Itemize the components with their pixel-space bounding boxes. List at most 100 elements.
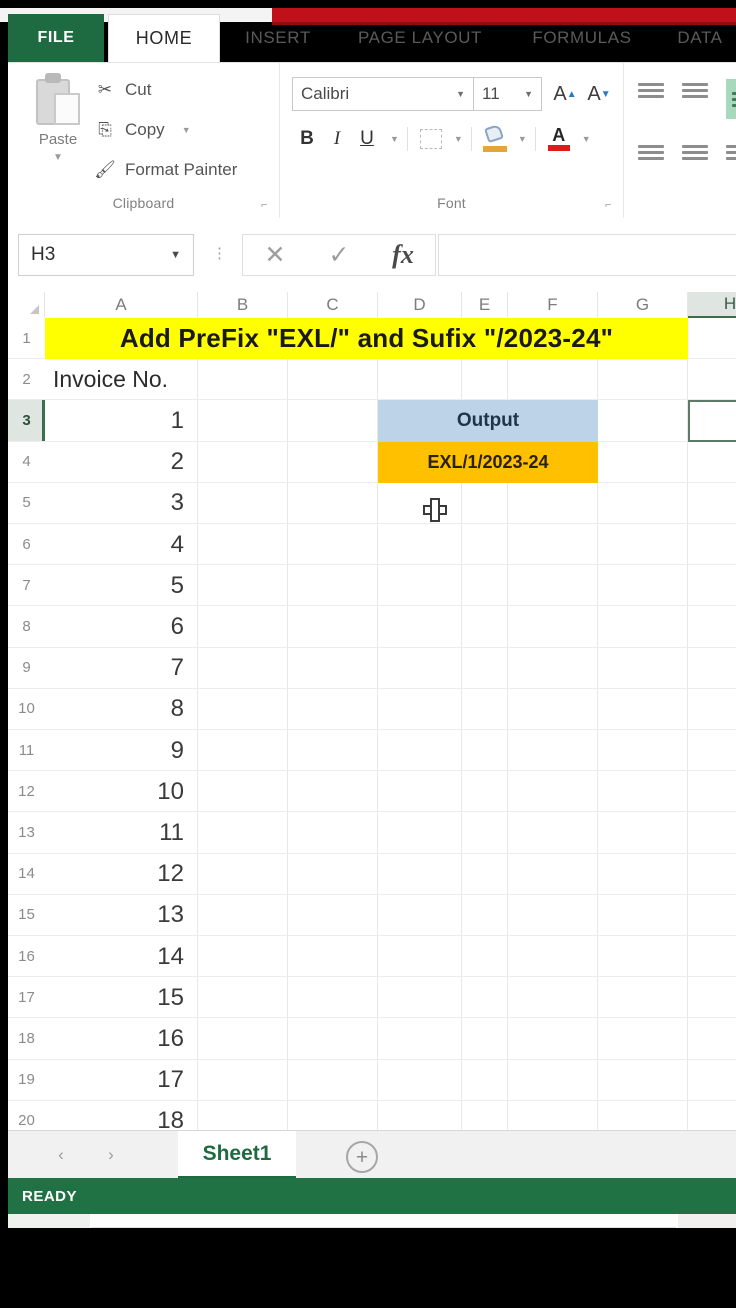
decrease-font-size-button[interactable]: A ▼ [584, 77, 614, 111]
align-left-icon[interactable] [638, 141, 664, 163]
cell-a13-invoice-number[interactable]: 11 [45, 812, 198, 853]
column-header-g[interactable]: G [598, 292, 688, 318]
align-middle-icon[interactable] [682, 79, 708, 101]
paste-button[interactable]: Paste ▼ [22, 71, 94, 187]
column-header-e[interactable]: E [462, 292, 508, 318]
row-header-17[interactable]: 17 [8, 977, 45, 1019]
insert-function-icon[interactable]: fx [371, 240, 435, 270]
row-header-3[interactable]: 3 [8, 400, 45, 442]
fill-color-button[interactable] [480, 123, 510, 155]
font-name-combobox[interactable]: Calibri ▼ [292, 77, 474, 111]
cell-a12-invoice-number[interactable]: 10 [45, 771, 198, 812]
cell-a17-invoice-number[interactable]: 15 [45, 977, 198, 1018]
cell-a9-invoice-number[interactable]: 7 [45, 648, 198, 689]
cell-a5-invoice-number[interactable]: 3 [45, 483, 198, 524]
clipboard-dialog-launcher-icon[interactable]: ⌐ [261, 199, 273, 211]
row-header-12[interactable]: 12 [8, 771, 45, 813]
column-header-c[interactable]: C [288, 292, 378, 318]
formula-bar-handle-icon[interactable]: ⋮ [212, 244, 228, 262]
align-center-icon[interactable] [682, 141, 708, 163]
underline-button[interactable]: U [352, 123, 382, 155]
cancel-icon[interactable]: ✕ [243, 240, 307, 270]
previous-sheet-button[interactable]: ‹ [46, 1143, 76, 1167]
cell-a18-invoice-number[interactable]: 16 [45, 1018, 198, 1059]
name-box-caret-icon[interactable]: ▼ [170, 249, 193, 261]
cell-a2-invoice-header[interactable]: Invoice No. [45, 359, 198, 400]
row-header-7[interactable]: 7 [8, 565, 45, 607]
column-header-f[interactable]: F [508, 292, 598, 318]
row-header-11[interactable]: 11 [8, 730, 45, 772]
column-header-h[interactable]: H [688, 292, 736, 318]
row-header-2[interactable]: 2 [8, 359, 45, 401]
tab-file[interactable]: FILE [8, 14, 104, 62]
row-header-5[interactable]: 5 [8, 482, 45, 524]
copy-button[interactable]: ⎘ Copy ▼ [94, 119, 191, 141]
tab-home[interactable]: HOME [108, 14, 220, 62]
cell-a15-invoice-number[interactable]: 13 [45, 895, 198, 936]
cut-button[interactable]: ✂ Cut [94, 79, 152, 101]
cell-a7-invoice-number[interactable]: 5 [45, 565, 198, 606]
cell-a14-invoice-number[interactable]: 12 [45, 854, 198, 895]
row-header-18[interactable]: 18 [8, 1018, 45, 1060]
borders-caret-icon[interactable]: ▼ [454, 134, 463, 144]
name-box[interactable]: H3 ▼ [18, 234, 194, 276]
row-header-15[interactable]: 15 [8, 894, 45, 936]
row-header-4[interactable]: 4 [8, 441, 45, 483]
tab-formulas[interactable]: FORMULAS [508, 14, 656, 62]
cell-a8-invoice-number[interactable]: 6 [45, 606, 198, 647]
cell-a20-invoice-number[interactable]: 18 [45, 1101, 198, 1130]
cell-d3-output-header[interactable]: Output [378, 400, 598, 442]
row-header-9[interactable]: 9 [8, 647, 45, 689]
cell-a3-invoice-number[interactable]: 1 [45, 400, 198, 441]
row-header-16[interactable]: 16 [8, 936, 45, 978]
borders-button[interactable] [416, 123, 446, 155]
underline-caret-icon[interactable]: ▼ [390, 134, 399, 144]
italic-button[interactable]: I [322, 123, 352, 155]
align-right-icon[interactable] [726, 141, 736, 163]
paste-dropdown-caret[interactable]: ▼ [22, 153, 94, 163]
cell-d4-output-value[interactable]: EXL/1/2023-24 [378, 441, 598, 483]
cell-a8-invoice-number-text: 6 [170, 612, 184, 640]
tab-data[interactable]: DATA [660, 14, 736, 62]
format-painter-button[interactable]: 🖌 Format Painter [94, 159, 237, 181]
font-size-caret-icon[interactable]: ▼ [524, 89, 541, 99]
cell-a1-title[interactable]: Add PreFix "EXL/" and Sufix "/2023-24" [45, 318, 688, 360]
add-sheet-button[interactable]: + [346, 1141, 378, 1173]
select-all-button[interactable] [8, 292, 45, 318]
next-sheet-button[interactable]: › [96, 1143, 126, 1167]
row-header-8[interactable]: 8 [8, 606, 45, 648]
column-header-d[interactable]: D [378, 292, 462, 318]
font-color-caret-icon[interactable]: ▼ [582, 134, 591, 144]
cell-a10-invoice-number[interactable]: 8 [45, 689, 198, 730]
cell-a16-invoice-number[interactable]: 14 [45, 936, 198, 977]
cell-a11-invoice-number[interactable]: 9 [45, 730, 198, 771]
tab-page-layout[interactable]: PAGE LAYOUT [332, 14, 508, 62]
copy-dropdown-caret[interactable]: ▼ [182, 125, 191, 135]
cell-a6-invoice-number[interactable]: 4 [45, 524, 198, 565]
cell-a19-invoice-number[interactable]: 17 [45, 1060, 198, 1101]
font-size-combobox[interactable]: 11 ▼ [474, 77, 542, 111]
row-header-1[interactable]: 1 [8, 318, 45, 360]
cell-a4-invoice-number[interactable]: 2 [45, 442, 198, 483]
increase-font-size-button[interactable]: A ▲ [550, 77, 580, 111]
row-header-13[interactable]: 13 [8, 812, 45, 854]
row-header-20[interactable]: 20 [8, 1100, 45, 1130]
row-header-14[interactable]: 14 [8, 853, 45, 895]
enter-icon[interactable]: ✓ [307, 240, 371, 270]
tab-insert[interactable]: INSERT [224, 14, 332, 62]
row-header-10[interactable]: 10 [8, 688, 45, 730]
bold-button[interactable]: B [292, 123, 322, 155]
column-header-b[interactable]: B [198, 292, 288, 318]
font-name-caret-icon[interactable]: ▼ [456, 89, 473, 99]
horizontal-scroll-strip[interactable] [8, 1214, 736, 1228]
align-bottom-icon[interactable] [726, 79, 736, 119]
sheet-tab-sheet1[interactable]: Sheet1 [178, 1131, 296, 1179]
font-color-button[interactable]: A [544, 123, 574, 155]
row-header-6[interactable]: 6 [8, 524, 45, 566]
align-top-icon[interactable] [638, 79, 664, 101]
row-header-19[interactable]: 19 [8, 1059, 45, 1101]
formula-input[interactable] [438, 234, 736, 276]
font-dialog-launcher-icon[interactable]: ⌐ [605, 199, 617, 211]
column-header-a[interactable]: A [45, 292, 198, 318]
fill-color-caret-icon[interactable]: ▼ [518, 134, 527, 144]
